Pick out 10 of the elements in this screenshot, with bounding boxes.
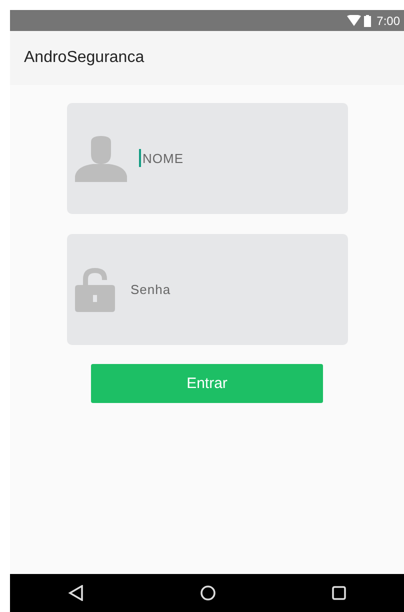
app-title: AndroSeguranca [24, 49, 144, 67]
input-field[interactable]: Senha [66, 234, 348, 345]
input-field[interactable]: NOME [66, 103, 348, 214]
battery-icon [364, 14, 371, 26]
wifi-icon [346, 15, 361, 26]
login-button[interactable]: Entrar [91, 364, 323, 403]
home-icon[interactable] [200, 585, 216, 601]
back-icon[interactable] [68, 585, 84, 601]
recents-icon[interactable] [332, 586, 346, 600]
status-time: 7:00 [376, 14, 400, 28]
